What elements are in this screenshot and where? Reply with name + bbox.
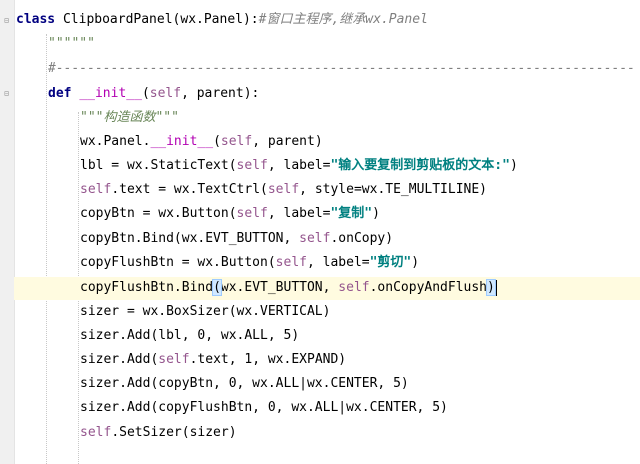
code-token: .text, 1, wx.EXPAND) <box>189 352 347 367</box>
code-token: , parent): <box>181 86 260 101</box>
code-line[interactable]: sizer = wx.BoxSizer(wx.VERTICAL) <box>80 302 330 322</box>
code-line[interactable]: self.SetSizer(sizer) <box>80 423 237 443</box>
code-token: ) <box>411 255 420 270</box>
code-token: __init__ <box>150 134 214 149</box>
code-token: self <box>299 231 331 246</box>
code-token: lbl = wx.StaticText( <box>80 158 237 173</box>
code-line[interactable]: #---------------------------------------… <box>48 59 635 79</box>
code-token: self <box>236 158 268 173</box>
code-line[interactable]: wx.Panel.__init__(self, parent) <box>80 132 323 152</box>
code-token: class <box>16 12 56 27</box>
code-token: , label= <box>267 158 331 173</box>
code-line[interactable]: sizer.Add(self.text, 1, wx.EXPAND) <box>80 350 346 370</box>
fold-def-icon[interactable]: ⊟ <box>2 89 11 98</box>
code-token: .onCopyAndFlush <box>369 280 488 295</box>
code-line[interactable]: self.text = wx.TextCtrl(self, style=wx.T… <box>80 180 487 200</box>
code-token: __init__ <box>79 86 142 101</box>
code-token: sizer.Add(copyFlushBtn, 0, wx.ALL|wx.CEN… <box>80 400 448 415</box>
code-token: , parent) <box>252 134 323 149</box>
code-token: sizer.Add( <box>80 352 159 367</box>
code-token: wx.Panel. <box>80 134 151 149</box>
code-token: ) <box>509 158 518 173</box>
code-token: def <box>48 86 72 101</box>
code-token: , label= <box>306 255 370 270</box>
code-token: self <box>220 134 253 149</box>
code-token: "复制" <box>330 206 373 221</box>
code-token: "剪切" <box>369 255 412 270</box>
code-token: self <box>80 182 112 197</box>
code-token: copyBtn = wx.Button( <box>80 206 237 221</box>
code-token: self <box>158 352 190 367</box>
code-token: self <box>275 255 307 270</box>
code-line[interactable]: copyFlushBtn = wx.Button(self, label="剪切… <box>80 253 419 273</box>
code-editor[interactable]: ⊟ ⊟ class ClipboardPanel(wx.Panel):#窗口主程… <box>0 0 640 464</box>
code-token: sizer.Add(lbl, 0, wx.ALL, 5) <box>80 328 300 343</box>
code-token: "输入要复制到剪贴板的文本:" <box>330 158 510 173</box>
text-caret <box>494 279 497 296</box>
code-line[interactable]: copyFlushBtn.Bind(wx.EVT_BUTTON, self.on… <box>80 278 497 298</box>
code-token: copyFlushBtn.Bind <box>80 280 214 295</box>
code-token: copyFlushBtn = wx.Button( <box>80 255 276 270</box>
code-line[interactable]: copyBtn.Bind(wx.EVT_BUTTON, self.onCopy) <box>80 229 393 249</box>
code-line[interactable]: """""" <box>48 34 95 54</box>
code-token: ( <box>212 279 222 296</box>
code-token: ClipboardPanel(wx.Panel): <box>55 12 259 27</box>
code-token: .onCopy) <box>330 231 394 246</box>
code-token: self <box>338 280 370 295</box>
code-token: .SetSizer(sizer) <box>111 425 237 440</box>
code-token: """""" <box>48 36 95 51</box>
code-token: copyBtn.Bind(wx.EVT_BUTTON, <box>80 231 300 246</box>
indent-guide <box>46 34 47 464</box>
code-token: , style=wx.TE_MULTILINE) <box>299 182 488 197</box>
code-token: ) <box>372 206 380 221</box>
code-token: self <box>236 206 268 221</box>
code-line[interactable]: sizer.Add(copyFlushBtn, 0, wx.ALL|wx.CEN… <box>80 398 448 418</box>
code-token: #窗口主程序,继承wx.Panel <box>258 12 428 27</box>
code-token: sizer.Add(copyBtn, 0, wx.ALL|wx.CENTER, … <box>80 376 409 391</box>
code-token: #---------------------------------------… <box>48 61 635 76</box>
code-line[interactable]: sizer.Add(copyBtn, 0, wx.ALL|wx.CENTER, … <box>80 374 409 394</box>
code-token: self <box>267 182 300 197</box>
fold-class-icon[interactable]: ⊟ <box>2 16 11 25</box>
code-token: .text = wx.TextCtrl( <box>111 182 268 197</box>
code-line[interactable]: lbl = wx.StaticText(self, label="输入要复制到剪… <box>80 156 518 176</box>
code-token: self <box>80 425 112 440</box>
code-token: ( <box>213 134 221 149</box>
code-line[interactable]: def __init__(self, parent): <box>48 84 259 104</box>
code-token: self <box>149 86 182 101</box>
editor-gutter: ⊟ ⊟ <box>0 0 15 464</box>
code-line[interactable]: """构造函数""" <box>80 108 179 128</box>
code-token: wx.EVT_BUTTON, <box>220 280 339 295</box>
code-token: ) <box>486 279 496 296</box>
code-token: ( <box>141 86 150 101</box>
code-line[interactable]: class ClipboardPanel(wx.Panel):#窗口主程序,继承… <box>16 10 428 30</box>
code-line[interactable]: copyBtn = wx.Button(self, label="复制") <box>80 204 380 224</box>
code-token: , label= <box>267 206 331 221</box>
code-token: """构造函数""" <box>80 110 179 125</box>
code-token: sizer = wx.BoxSizer(wx.VERTICAL) <box>80 304 331 319</box>
code-line[interactable]: sizer.Add(lbl, 0, wx.ALL, 5) <box>80 326 299 346</box>
